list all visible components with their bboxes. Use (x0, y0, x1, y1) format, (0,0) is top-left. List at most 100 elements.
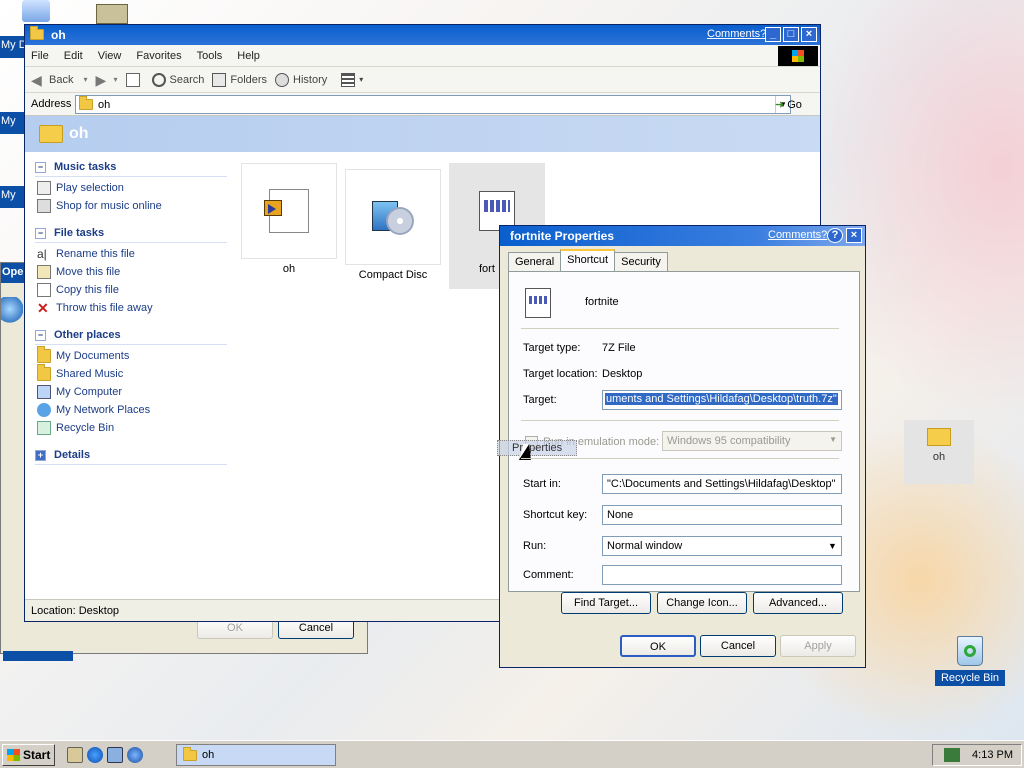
target-location-label: Target location: (523, 368, 598, 380)
tab-shortcut[interactable]: Shortcut (560, 249, 616, 271)
copy-file-link[interactable]: Copy this file (37, 283, 227, 297)
network-tray-icon[interactable] (944, 748, 961, 762)
menu-help[interactable]: Help (237, 50, 260, 62)
delete-file-link[interactable]: ✕ Throw this file away (37, 301, 227, 315)
forward-button[interactable]: ▶ ▾ (95, 73, 117, 87)
help-button[interactable]: ? (827, 228, 843, 243)
address-value: oh (98, 98, 111, 111)
menu-tools[interactable]: Tools (197, 50, 223, 62)
menu-edit[interactable]: Edit (64, 50, 83, 62)
move-file-link[interactable]: Move this file (37, 265, 227, 279)
explorer-titlebar[interactable]: oh Comments? _ □ × (25, 25, 820, 45)
search-button[interactable]: Search (151, 72, 205, 87)
play-selection-link[interactable]: Play selection (37, 181, 227, 195)
back-button[interactable]: ◀ Back ▾ (31, 73, 87, 87)
folder-icon (37, 364, 51, 381)
recycle-bin-link[interactable]: Recycle Bin (37, 421, 227, 435)
media-player-icon[interactable] (127, 746, 144, 763)
desktop-icon-oh[interactable]: oh (904, 420, 974, 484)
cd-icon (345, 169, 441, 265)
chevron-down-icon[interactable]: ▼ (824, 537, 841, 555)
outlook-express-icon[interactable] (107, 746, 124, 763)
my-computer-link[interactable]: My Computer (37, 385, 227, 399)
close-button[interactable]: × (846, 228, 862, 243)
minimize-button[interactable]: _ (765, 27, 781, 42)
desktop-label-my-2[interactable]: My (0, 186, 24, 208)
start-in-input[interactable]: "C:\Documents and Settings\Hildafag\Desk… (602, 474, 842, 494)
views-button[interactable]: ▾ (341, 72, 363, 87)
comments-link[interactable]: Comments? (707, 28, 766, 40)
shared-music-link[interactable]: Shared Music (37, 364, 227, 381)
ok-button[interactable]: OK (620, 635, 696, 657)
task-label: Play selection (56, 182, 124, 194)
desktop-icon-top-left[interactable] (22, 0, 50, 22)
comment-input[interactable] (602, 565, 842, 585)
change-icon-button[interactable]: Change Icon... (657, 592, 747, 614)
advanced-button[interactable]: Advanced... (753, 592, 843, 614)
folders-icon (212, 72, 227, 87)
maximize-button[interactable]: □ (783, 27, 799, 42)
task-label: Rename this file (56, 248, 135, 260)
start-label: Start (23, 747, 51, 762)
recycle-bin-icon (37, 421, 51, 435)
tab-general[interactable]: General (508, 252, 562, 271)
file-item-oh[interactable]: oh (241, 163, 337, 275)
run-select[interactable]: Normal window ▼ (602, 536, 842, 556)
network-icon (37, 403, 51, 417)
search-label: Search (169, 73, 205, 86)
emulation-value: Windows 95 compatibility (667, 435, 791, 447)
collapse-icon: − (35, 329, 46, 341)
desktop-label-text: My (1, 189, 16, 201)
history-button[interactable]: History (275, 72, 327, 87)
recycle-bin-icon (957, 636, 983, 666)
move-icon (37, 265, 51, 279)
file-tasks-header[interactable]: − File tasks (35, 227, 227, 243)
go-button[interactable]: ➜ Go (775, 98, 802, 112)
task-label: Move this file (56, 266, 121, 278)
taskbar-button-oh[interactable]: oh (176, 744, 336, 766)
target-input[interactable]: uments and Settings\Hildafag\Desktop\tru… (602, 390, 842, 410)
find-target-button[interactable]: Find Target... (561, 592, 651, 614)
my-documents-link[interactable]: My Documents (37, 346, 227, 363)
drag-tooltip: Properties (497, 440, 578, 456)
desktop-icon-recycle-bin[interactable]: Recycle Bin (934, 636, 1006, 686)
properties-titlebar[interactable]: fortnite Properties Comments? ? × (500, 226, 865, 246)
internet-explorer-icon[interactable] (87, 746, 104, 763)
tab-security[interactable]: Security (614, 252, 668, 271)
cancel-button[interactable]: Cancel (700, 635, 776, 657)
rename-file-link[interactable]: a| Rename this file (37, 247, 227, 261)
magnifier-icon (1, 297, 23, 327)
menu-favorites[interactable]: Favorites (136, 50, 181, 62)
shop-music-link[interactable]: Shop for music online (37, 199, 227, 213)
clock[interactable]: 4:13 PM (972, 749, 1013, 761)
up-folder-button[interactable] (125, 72, 144, 87)
address-input[interactable]: oh ▼ (75, 95, 791, 114)
up-folder-icon (125, 72, 140, 87)
apply-button[interactable]: Apply (780, 635, 856, 657)
show-desktop-icon[interactable] (67, 746, 84, 763)
start-button[interactable]: Start (2, 743, 56, 766)
folder-banner: oh (25, 116, 820, 152)
desktop-label-my-1[interactable]: My (0, 112, 24, 134)
menu-view[interactable]: View (98, 50, 122, 62)
my-network-places-link[interactable]: My Network Places (37, 403, 227, 417)
folders-button[interactable]: Folders (212, 72, 267, 87)
start-in-value: "C:\Documents and Settings\Hildafag\Desk… (607, 478, 836, 490)
other-places-header[interactable]: − Other places (35, 329, 227, 345)
menu-file[interactable]: File (31, 50, 49, 62)
place-label: My Network Places (56, 404, 151, 416)
music-tasks-header[interactable]: − Music tasks (35, 161, 227, 177)
desktop-label-my-documents[interactable]: My D (0, 36, 24, 58)
details-header[interactable]: + Details (35, 449, 227, 465)
tab-strip: General Shortcut Security (508, 249, 668, 271)
folder-icon (30, 26, 44, 40)
emulation-select[interactable]: Windows 95 compatibility ▼ (662, 431, 842, 451)
file-item-compact-disc[interactable]: Compact Disc (345, 169, 441, 281)
comments-link[interactable]: Comments? (768, 229, 827, 241)
task-label: Copy this file (56, 284, 119, 296)
shortcut-key-input[interactable]: None (602, 505, 842, 525)
close-button[interactable]: × (801, 27, 817, 42)
section-title: Other places (54, 329, 121, 341)
desktop-icon-briefcase[interactable] (96, 4, 128, 24)
target-type-label: Target type: (523, 342, 581, 354)
